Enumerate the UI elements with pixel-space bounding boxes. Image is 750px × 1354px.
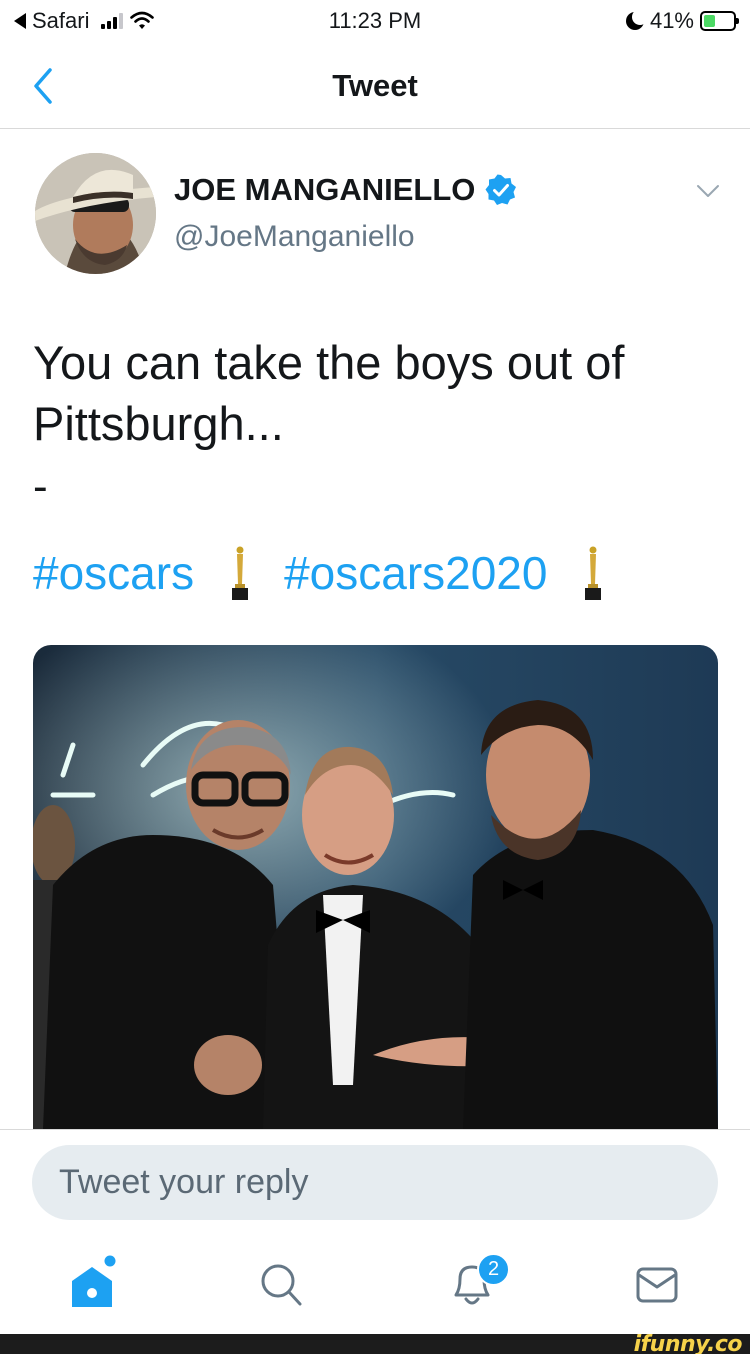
watermark-logo: ifunny.co: [633, 1332, 743, 1354]
home-icon[interactable]: [62, 1255, 122, 1315]
hashtag-row: #oscars #oscars2020: [33, 544, 637, 602]
search-icon[interactable]: [250, 1255, 310, 1315]
battery-icon: [700, 11, 739, 31]
status-bar: Safari 11:23 PM 41%: [0, 0, 750, 42]
avatar[interactable]: [35, 153, 156, 274]
messages-icon[interactable]: [627, 1255, 687, 1315]
hashtag-link[interactable]: #oscars: [33, 546, 194, 600]
tweet-separator: -: [33, 462, 48, 511]
author-name-row[interactable]: JOE MANGANIELLO: [174, 172, 517, 208]
tweet-photo[interactable]: [33, 645, 718, 1129]
photo-image: [33, 645, 718, 1129]
tweet-text: You can take the boys out of Pittsburgh.…: [33, 336, 625, 450]
reply-divider: [0, 1129, 750, 1130]
navigation-bar: Tweet: [0, 42, 750, 129]
hashtag-link[interactable]: #oscars2020: [284, 546, 547, 600]
page-title: Tweet: [332, 68, 418, 103]
do-not-disturb-icon: [625, 9, 648, 30]
avatar-photo: [35, 153, 156, 274]
chevron-down-icon[interactable]: [696, 184, 720, 198]
author-handle[interactable]: @JoeManganiello: [174, 220, 415, 254]
oscar-statuette-icon: [585, 546, 602, 600]
verified-badge-icon: [485, 174, 517, 205]
battery-percent: 41%: [649, 8, 694, 33]
oscar-statuette-icon: [232, 546, 249, 600]
watermark-bar: ifunny.co: [0, 1332, 750, 1354]
author-name: JOE MANGANIELLO: [174, 172, 476, 207]
reply-input[interactable]: [32, 1145, 718, 1220]
notification-count-badge: 2: [477, 1253, 510, 1286]
